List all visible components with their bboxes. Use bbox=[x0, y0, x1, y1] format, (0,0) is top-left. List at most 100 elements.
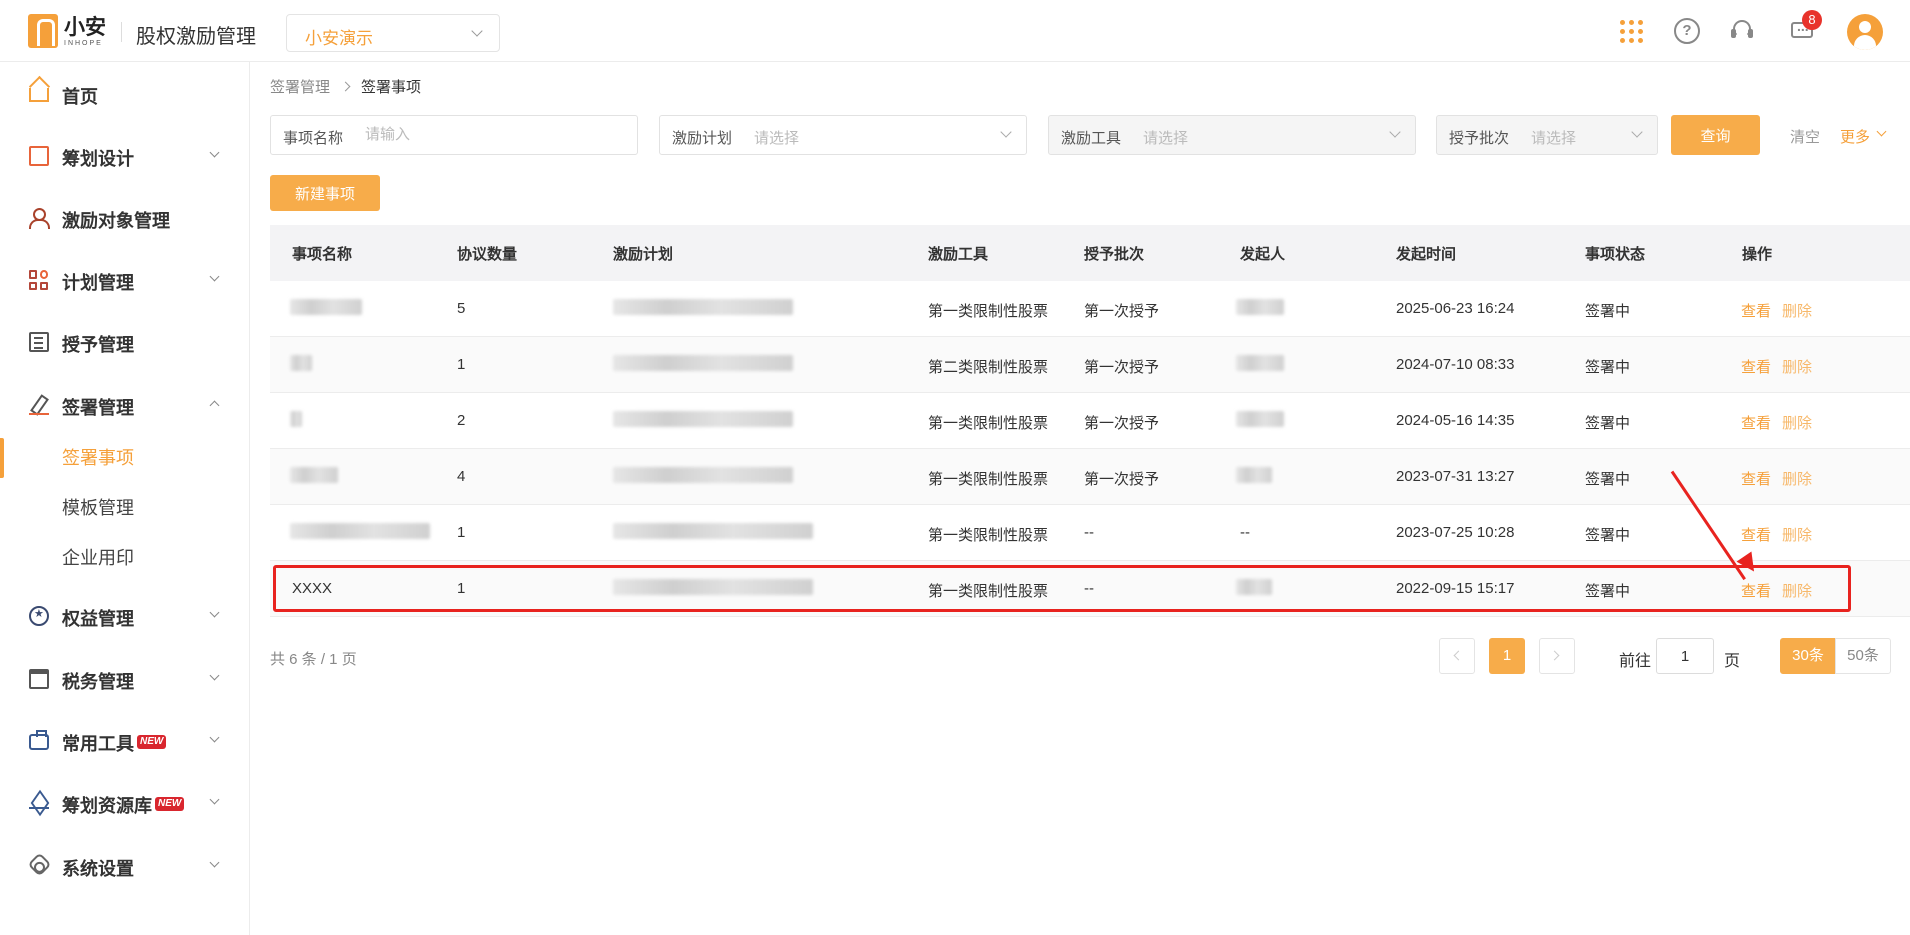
filter-tool-select[interactable]: 激励工具 请选择 bbox=[1048, 115, 1416, 155]
more-label: 更多 bbox=[1840, 129, 1871, 146]
redacted-text bbox=[613, 523, 813, 539]
customer-service-icon[interactable] bbox=[1729, 18, 1755, 44]
table-row: 2 第一类限制性股票 第一次授予 2024-05-16 14:35 签署中 查看… bbox=[270, 393, 1910, 449]
redacted-text bbox=[1236, 467, 1272, 483]
sidebar-item-equity[interactable]: 权益管理 bbox=[0, 596, 250, 636]
logo[interactable]: 小安 INHOPE bbox=[28, 14, 106, 48]
filter-batch-select[interactable]: 授予批次 请选择 bbox=[1436, 115, 1658, 155]
sidebar-item-tools[interactable]: 常用工具 NEW bbox=[0, 721, 250, 761]
page-size-30[interactable]: 30条 bbox=[1780, 638, 1836, 674]
sidebar: 首页 筹划设计 激励对象管理 计划管理 授予管理 签署管理 签署事项 模板管理 … bbox=[0, 62, 250, 935]
table-row: 5 第一类限制性股票 第一次授予 2025-06-23 16:24 签署中 查看… bbox=[270, 281, 1910, 337]
sidebar-subitem-signing-items[interactable]: 签署事项 bbox=[0, 434, 250, 478]
help-icon[interactable]: ? bbox=[1674, 18, 1700, 44]
total-count: 共 6 条 / 1 页 bbox=[270, 651, 357, 668]
cell-batch: 第一次授予 bbox=[1084, 359, 1160, 376]
table-row: 4 第一类限制性股票 第一次授予 2023-07-31 13:27 签署中 查看… bbox=[270, 449, 1910, 505]
avatar[interactable] bbox=[1847, 14, 1883, 50]
filter-item-name[interactable]: 事项名称 bbox=[270, 115, 638, 155]
sidebar-item-home[interactable]: 首页 bbox=[0, 74, 250, 114]
sidebar-subitem-seal[interactable]: 企业用印 bbox=[0, 534, 250, 574]
top-header: 小安 INHOPE 股权激励管理 小安演示 ? 8 bbox=[0, 0, 1910, 62]
filter-label: 事项名称 bbox=[283, 130, 344, 147]
logo-en: INHOPE bbox=[64, 39, 103, 47]
page-number-current[interactable]: 1 bbox=[1489, 638, 1525, 674]
sidebar-item-label: 筹划资源库 bbox=[62, 796, 152, 816]
redacted-text bbox=[290, 467, 338, 483]
sidebar-item-planning[interactable]: 筹划设计 bbox=[0, 136, 250, 176]
company-select[interactable]: 小安演示 bbox=[286, 14, 500, 52]
item-name-input[interactable] bbox=[365, 126, 565, 143]
redacted-text bbox=[613, 411, 793, 427]
cell-time: 2024-07-10 08:33 bbox=[1396, 356, 1515, 373]
delete-link[interactable]: 删除 bbox=[1782, 412, 1812, 433]
sidebar-item-label: 筹划设计 bbox=[62, 149, 134, 169]
delete-link[interactable]: 删除 bbox=[1782, 300, 1812, 321]
cell-count: 1 bbox=[457, 524, 466, 541]
cell-status: 签署中 bbox=[1585, 303, 1631, 320]
sidebar-item-label: 签署管理 bbox=[62, 398, 134, 418]
view-link[interactable]: 查看 bbox=[1741, 356, 1771, 377]
query-button[interactable]: 查询 bbox=[1671, 115, 1760, 155]
column-header: 协议数量 bbox=[457, 246, 518, 263]
filter-placeholder: 请选择 bbox=[1143, 130, 1189, 147]
sidebar-item-plans[interactable]: 计划管理 bbox=[0, 260, 250, 300]
sidebar-item-targets[interactable]: 激励对象管理 bbox=[0, 198, 250, 238]
layers-icon bbox=[29, 793, 49, 813]
apps-grid-icon[interactable] bbox=[1618, 18, 1644, 44]
new-item-button[interactable]: 新建事项 bbox=[270, 175, 380, 211]
filter-placeholder: 请选择 bbox=[754, 130, 800, 147]
sidebar-subitem-label: 模板管理 bbox=[62, 498, 134, 518]
prev-page-button[interactable] bbox=[1439, 638, 1475, 674]
sidebar-item-label: 首页 bbox=[62, 87, 98, 107]
chevron-down-icon bbox=[209, 857, 220, 868]
view-link[interactable]: 查看 bbox=[1741, 468, 1771, 489]
table-row: 1 第一类限制性股票 -- -- 2023-07-25 10:28 签署中 查看… bbox=[270, 505, 1910, 561]
cell-tool: 第一类限制性股票 bbox=[928, 471, 1049, 488]
chevron-down-icon bbox=[209, 732, 220, 743]
cell-status: 签署中 bbox=[1585, 359, 1631, 376]
clear-button[interactable]: 清空 bbox=[1790, 126, 1820, 147]
sidebar-item-label: 计划管理 bbox=[62, 273, 134, 293]
redacted-text bbox=[1236, 411, 1284, 427]
sidebar-item-grants[interactable]: 授予管理 bbox=[0, 322, 250, 362]
chevron-down-icon bbox=[471, 25, 483, 37]
view-link[interactable]: 查看 bbox=[1741, 524, 1771, 545]
column-header: 事项状态 bbox=[1585, 246, 1646, 263]
filter-plan-select[interactable]: 激励计划 请选择 bbox=[659, 115, 1027, 155]
sidebar-item-signing[interactable]: 签署管理 bbox=[0, 385, 250, 425]
view-link[interactable]: 查看 bbox=[1741, 412, 1771, 433]
active-indicator bbox=[0, 438, 4, 478]
logo-cn: 小安 bbox=[64, 15, 106, 39]
goto-page-input[interactable] bbox=[1656, 638, 1714, 674]
more-button[interactable]: 更多 bbox=[1840, 126, 1887, 147]
breadcrumb-parent[interactable]: 签署管理 bbox=[270, 76, 330, 97]
sign-icon bbox=[29, 395, 49, 415]
redacted-text bbox=[290, 411, 302, 427]
gear-icon bbox=[27, 852, 52, 877]
chevron-down-icon bbox=[1389, 126, 1401, 138]
sidebar-item-tax[interactable]: 税务管理 bbox=[0, 659, 250, 699]
redacted-text bbox=[613, 355, 793, 371]
view-link[interactable]: 查看 bbox=[1741, 300, 1771, 321]
message-badge: 8 bbox=[1802, 10, 1822, 30]
chevron-down-icon bbox=[209, 271, 220, 282]
sidebar-item-label: 激励对象管理 bbox=[62, 211, 170, 231]
delete-link[interactable]: 删除 bbox=[1782, 468, 1812, 489]
cell-count: 1 bbox=[457, 356, 466, 373]
new-tag: NEW bbox=[137, 735, 167, 749]
cell-time: 2024-05-16 14:35 bbox=[1396, 412, 1515, 429]
page-unit-label: 页 bbox=[1724, 653, 1741, 670]
delete-link[interactable]: 删除 bbox=[1782, 356, 1812, 377]
next-page-button[interactable] bbox=[1539, 638, 1575, 674]
filter-placeholder: 请选择 bbox=[1531, 130, 1577, 147]
sidebar-subitem-templates[interactable]: 模板管理 bbox=[0, 484, 250, 524]
new-tag: NEW bbox=[155, 797, 185, 811]
cell-tool: 第一类限制性股票 bbox=[928, 415, 1049, 432]
highlight-annotation-box bbox=[273, 565, 1851, 612]
chevron-down-icon bbox=[209, 607, 220, 618]
delete-link[interactable]: 删除 bbox=[1782, 524, 1812, 545]
sidebar-item-resources[interactable]: 筹划资源库 NEW bbox=[0, 783, 250, 823]
sidebar-item-settings[interactable]: 系统设置 bbox=[0, 846, 250, 886]
page-size-50[interactable]: 50条 bbox=[1835, 638, 1891, 674]
